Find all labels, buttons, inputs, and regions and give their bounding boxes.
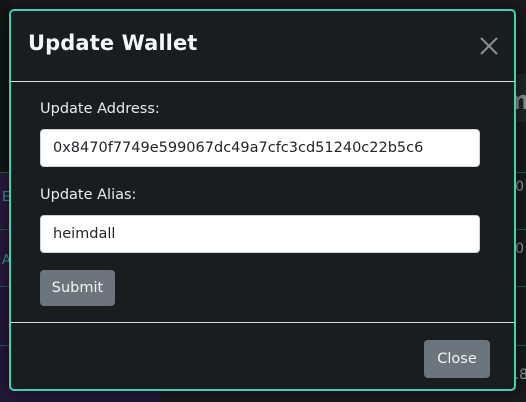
address-label: Update Address: [40,101,160,117]
modal-title: Update Wallet [28,31,198,55]
submit-button[interactable]: Submit [40,270,115,306]
alias-input[interactable] [40,215,480,253]
alias-label: Update Alias: [40,187,137,203]
update-wallet-modal: Update Wallet Update Address: Update Ali… [9,9,516,391]
modal-header: Update Wallet [11,11,514,82]
address-input[interactable] [40,129,480,167]
background-text-fragment: 0 [515,179,524,195]
modal-body: Update Address: Update Alias: Submit [11,82,514,322]
modal-footer: Close [11,322,514,392]
close-x-icon[interactable] [478,35,500,57]
close-button[interactable]: Close [424,340,490,378]
background-text-fragment: 0 [515,241,524,257]
